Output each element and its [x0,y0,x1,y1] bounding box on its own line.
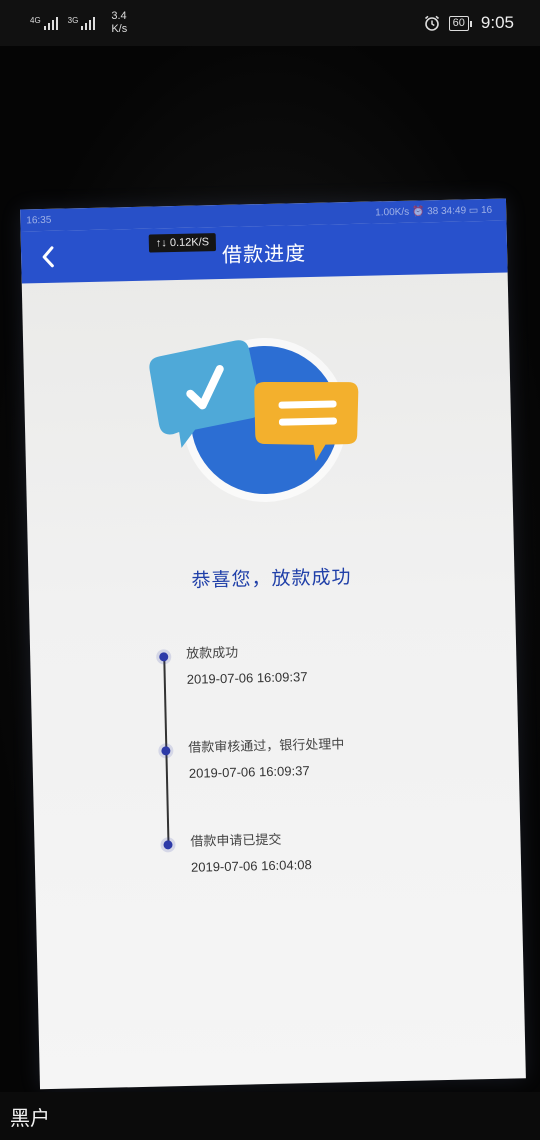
network-speed-toast: ↑↓ 0.12K/S [148,233,217,253]
timeline-item: 借款申请已提交 2019-07-06 16:04:08 [162,827,484,928]
page-title: 借款进度 [221,240,307,267]
loan-progress-timeline: 放款成功 2019-07-06 16:09:37 借款审核通过，银行处理中 20… [158,639,484,928]
timeline-item: 借款审核通过，银行处理中 2019-07-06 16:09:37 [160,733,482,834]
signal-sim2-icon: 3G [68,16,96,30]
timeline-dot [159,652,169,662]
timeline-time: 2019-07-06 16:09:37 [188,763,310,781]
caption-label: 黑户 [10,1105,50,1130]
success-message: 恭喜您，放款成功 [191,566,352,592]
clock: 9:05 [480,13,514,32]
network-speed: 3.4 K/s [111,10,128,35]
back-arrow-icon[interactable] [35,243,62,272]
timeline-item: 放款成功 2019-07-06 16:09:37 [158,639,480,740]
signal-sim1-icon: 4G [30,16,58,30]
battery-icon: 60 [448,15,473,31]
timeline-label: 放款成功 [186,645,239,662]
phone-screen: 16:35 1.00K/s ⏰ 38 34:49 ▭ 16 借款进度 ↑↓ 0.… [20,198,526,1090]
app-bar: 借款进度 ↑↓ 0.12K/S [20,220,508,284]
alarm-icon [424,15,439,31]
timeline-dot [163,840,173,850]
phone-photo: 16:35 1.00K/s ⏰ 38 34:49 ▭ 16 借款进度 ↑↓ 0.… [0,46,540,1092]
success-illustration [149,338,359,503]
timeline-dot [161,746,171,756]
timeline-time: 2019-07-06 16:04:08 [190,857,312,875]
status-bar: 4G 3G 3.4 K/s 60 9:05 [0,0,540,46]
caption-bar: 黑户 [0,1092,540,1140]
timeline-time: 2019-07-06 16:09:37 [186,669,308,687]
